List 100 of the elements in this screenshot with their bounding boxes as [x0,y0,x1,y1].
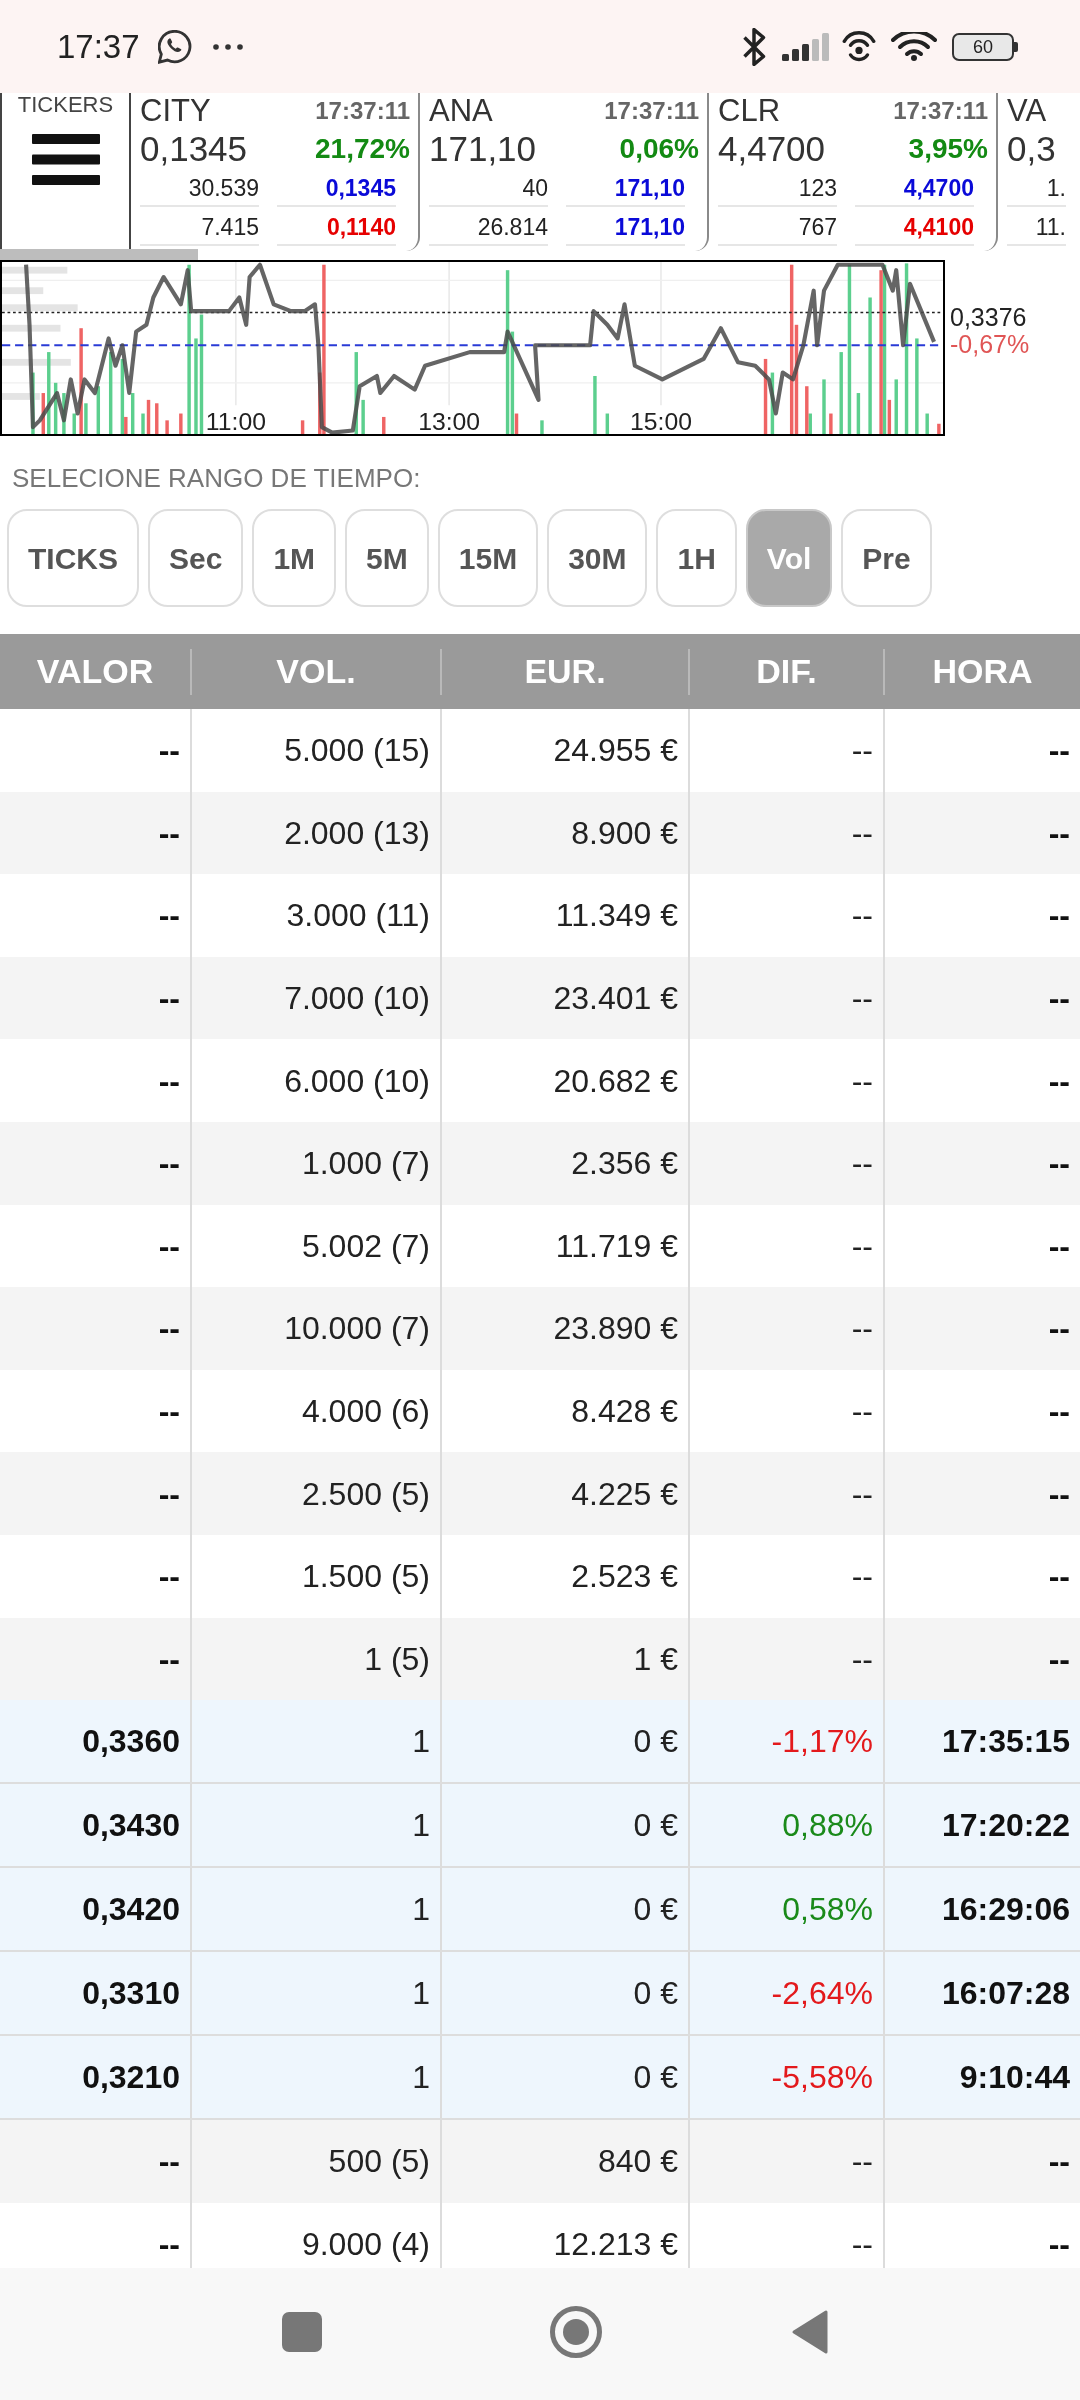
table-cell-text: 16:07:28 [940,1974,1071,2014]
volume-bar [130,393,135,434]
ticker-symbol: VA [1007,93,1047,128]
table-cell-text: 16:29:06 [940,1890,1071,1930]
table-cell: 1 [192,1700,442,1783]
table-cell: 0 € [442,1952,690,2035]
volume-bar [179,413,183,434]
ticker-number: 7.415 [140,211,259,246]
table-cell: 0 € [442,1700,690,1783]
ticker-panel[interactable]: ANA 17:37:11 171,10 0,06% 40 171,10 26.814 171,10 [420,93,709,251]
table-cell-text: 9:10:44 [958,2058,1071,2098]
table-cell: -5,58% [690,2036,885,2119]
table-cell: 0,3360 [0,1700,192,1783]
volume-bar [31,372,35,434]
volume-bar [155,403,159,434]
signal-icon [782,32,829,61]
ticker-number: 767 [718,211,837,246]
ticker-time: 17:37:11 [893,96,988,125]
volume-profile-bar [2,287,44,295]
status-time: 17:37 [57,26,140,67]
ticker-number: 26.814 [429,211,548,246]
volume-bar [382,416,386,434]
home-icon[interactable] [550,2306,602,2358]
ticker-number: 123 [718,172,837,207]
time-range-tab[interactable]: 1M [252,509,337,607]
time-range-tab[interactable]: Sec [148,509,244,607]
ticker-number: 11. [1007,211,1066,246]
ticker-change: 0,06% [619,133,699,165]
table-cell-text: -- [1047,979,1071,1019]
table-cell: 1 [192,2036,442,2119]
ticker-number: 40 [429,172,548,207]
volume-bar [361,399,365,434]
volume-bar [894,379,898,434]
change-label: -0,67% [950,331,1030,358]
volume-bar [937,423,941,434]
time-range-tab[interactable]: Pre [841,509,932,607]
ticker-time: 17:37:11 [604,96,699,125]
volume-bar [72,413,76,434]
hotspot-icon [842,30,876,63]
table-cell-text: 17:20:22 [940,1806,1071,1846]
ticker-change: 3,95% [908,133,988,165]
table-cell-text: -- [1047,2225,1071,2264]
volume-bar [300,420,305,434]
volume-bar [165,420,169,434]
table-cell-text: -- [1047,1309,1071,1349]
table-cell-text: -- [1047,896,1071,936]
ticker-quote: 171,10 [566,172,685,207]
table-cell: 0,58% [690,1868,885,1951]
volume-profile-bar [2,266,68,274]
table-cell-text: 17:35:15 [940,1722,1071,1762]
back-icon[interactable] [791,2309,829,2355]
volume-bar [829,413,833,434]
table-cell-text: -- [1047,731,1071,771]
table-cell: -2,64% [690,1952,885,2035]
volume-bar [593,376,597,434]
section-label: SELECIONE RANGO DE TIEMPO: [12,463,422,493]
table-cell-text: -- [1047,1144,1071,1184]
volume-profile-bar [2,393,40,400]
volume-bar [605,413,610,434]
ticker-panel[interactable]: CLR 17:37:11 4,4700 3,95% 123 4,4700 767 4,4100 [709,93,998,251]
volume-bar [925,413,929,434]
menu-icon[interactable] [31,134,100,185]
ticker-quote: 0,1140 [277,211,396,246]
time-range-tab[interactable]: 30M [547,509,648,607]
tickers-label: TICKERS [17,93,114,117]
time-axis-label: 15:00 [630,408,692,434]
ticker-time: 17:37:11 [315,96,410,125]
ticker-change: 21,72% [315,133,410,165]
table-cell: 0,3420 [0,1868,192,1951]
time-range-tab[interactable]: 5M [345,509,429,607]
scrollbar[interactable] [0,249,198,260]
ticker-price: 4,4700 [718,129,826,169]
volume-profile-bar [2,324,61,332]
volume-profile-bar [2,358,71,366]
time-range-tab[interactable]: 15M [437,509,539,607]
table-cell: 0 € [442,2036,690,2119]
square-icon[interactable] [282,2312,322,2352]
bluetooth-icon [742,27,766,66]
battery-indicator: 60 [952,32,1018,61]
table-cell: 0,3310 [0,1952,192,2035]
ticker-quote: 0,1345 [277,172,396,207]
table-cell-text: -- [1047,1226,1071,1266]
ticker-price: 0,1345 [140,129,248,169]
time-range-tab[interactable]: TICKS [7,509,139,607]
ticker-price: 0,3 [1007,129,1056,169]
ticker-quote: 4,4700 [855,172,974,207]
time-axis-label: 13:00 [418,408,481,434]
ticker-number: 30.539 [140,172,259,207]
ticker-price: 171,10 [429,129,537,169]
table-cell: 1 [192,1868,442,1951]
volume-bar [822,379,826,434]
ticker-symbol: ANA [429,93,493,128]
table-cell-text: -- [1047,1639,1071,1679]
more-icon [212,43,243,50]
table-cell-text: -- [1047,2142,1071,2182]
time-range-tab[interactable]: 1H [656,509,737,607]
time-axis-label: 11:00 [205,408,266,434]
table-cell-text: -- [1047,1557,1071,1597]
ticker-quote: 171,10 [566,211,685,246]
table-cell: 1 [192,1952,442,2035]
